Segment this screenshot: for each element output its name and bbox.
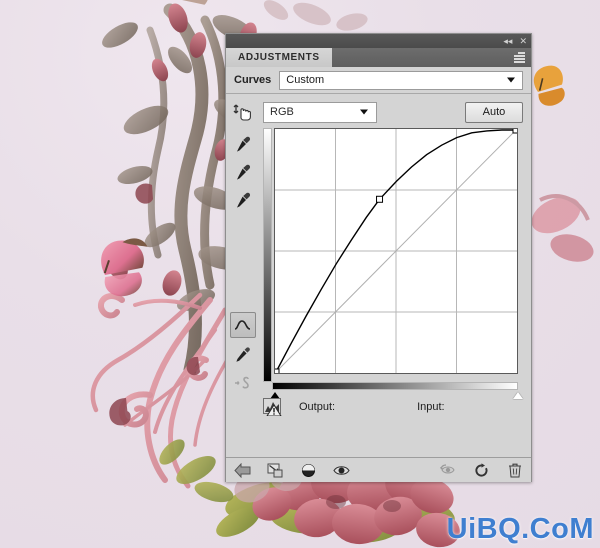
tab-adjustments[interactable]: ADJUSTMENTS bbox=[226, 48, 332, 67]
horizontal-gradient-bar bbox=[272, 382, 518, 390]
channel-dropdown[interactable]: RGB bbox=[263, 101, 377, 123]
reset-adjustment-icon[interactable] bbox=[473, 462, 490, 479]
butterfly-left bbox=[101, 238, 148, 297]
preset-dropdown[interactable]: Custom bbox=[279, 70, 523, 90]
panel-title-bar: ◂◂ ✕ bbox=[226, 34, 531, 48]
curves-readout-row: Output: Input: bbox=[259, 394, 531, 420]
histogram-warning-icon[interactable] bbox=[263, 398, 285, 417]
page-title: Curves bbox=[234, 74, 272, 86]
toggle-layer-visibility-icon[interactable] bbox=[300, 462, 317, 479]
butterfly-right bbox=[533, 65, 565, 106]
gray-point-eyedropper-icon[interactable] bbox=[231, 160, 255, 184]
channel-row: RGB Auto bbox=[263, 100, 523, 124]
edit-points-curve-icon[interactable] bbox=[229, 312, 256, 338]
auto-button[interactable]: Auto bbox=[465, 101, 523, 123]
white-point-eyedropper-icon[interactable] bbox=[231, 188, 255, 212]
preset-dropdown-value: Custom bbox=[286, 74, 325, 86]
tab-adjustments-label: ADJUSTMENTS bbox=[238, 52, 320, 63]
on-image-adjust-icon[interactable] bbox=[231, 100, 255, 124]
panel-bottom-toolbar bbox=[226, 457, 531, 482]
black-point-eyedropper-icon[interactable] bbox=[231, 132, 255, 156]
return-to-adjustment-list-icon[interactable] bbox=[234, 462, 251, 479]
clip-to-layer-icon[interactable] bbox=[267, 462, 284, 479]
input-label: Input: bbox=[417, 401, 445, 413]
pencil-draw-curve-icon[interactable] bbox=[231, 343, 255, 367]
collapse-double-arrow-icon[interactable]: ◂◂ bbox=[503, 36, 512, 46]
panel-tab-strip: ADJUSTMENTS bbox=[226, 48, 531, 67]
channel-dropdown-value: RGB bbox=[270, 106, 294, 118]
vertical-gradient-bar bbox=[263, 128, 272, 382]
smooth-curve-icon bbox=[231, 371, 255, 395]
adjustments-panel: ◂◂ ✕ ADJUSTMENTS Curves Custom RGB Auto … bbox=[225, 33, 532, 482]
curves-chart[interactable] bbox=[274, 128, 518, 374]
curves-tool-rail bbox=[226, 94, 259, 482]
curve-control-point[interactable] bbox=[376, 195, 384, 203]
curve-control-point[interactable] bbox=[275, 368, 280, 373]
auto-button-label: Auto bbox=[482, 106, 506, 118]
curves-chart-svg bbox=[275, 129, 517, 373]
site-watermark: UiBQ.CoM bbox=[446, 513, 594, 545]
preview-eye-icon[interactable] bbox=[333, 462, 350, 479]
curves-graph-area bbox=[263, 128, 523, 402]
panel-body: RGB Auto Output: Input: bbox=[226, 94, 531, 482]
panel-menu-icon[interactable] bbox=[514, 52, 525, 63]
delete-adjustment-layer-icon[interactable] bbox=[506, 462, 523, 479]
output-label: Output: bbox=[299, 401, 336, 413]
chevron-down-icon bbox=[507, 77, 515, 83]
close-icon[interactable]: ✕ bbox=[519, 36, 527, 46]
curve-control-point[interactable] bbox=[512, 129, 517, 134]
view-previous-state-icon bbox=[440, 462, 457, 479]
preset-row: Curves Custom bbox=[226, 67, 531, 94]
tab-strip-filler bbox=[332, 48, 531, 67]
chevron-down-icon bbox=[360, 109, 368, 115]
